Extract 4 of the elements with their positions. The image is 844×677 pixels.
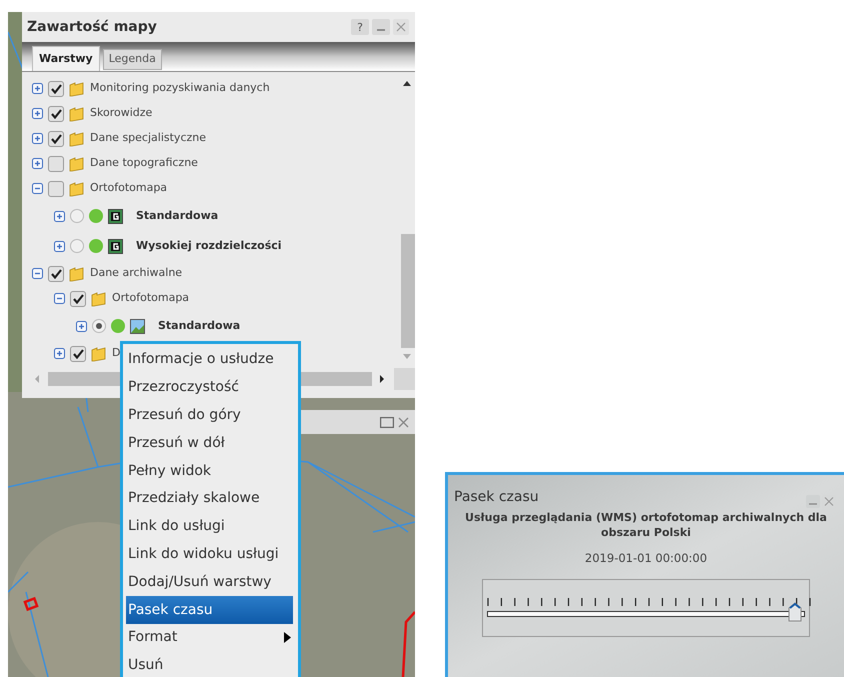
- window-title: Pasek czasu: [454, 488, 539, 507]
- date-time-label: 2019-01-01 00:00:00: [584, 550, 708, 567]
- service-name: Usługa przeglądania (WMS) ortofotomap archiwalnych dla obszaru Polski: [464, 510, 828, 540]
- window-title: Zawartość mapy: [27, 18, 157, 36]
